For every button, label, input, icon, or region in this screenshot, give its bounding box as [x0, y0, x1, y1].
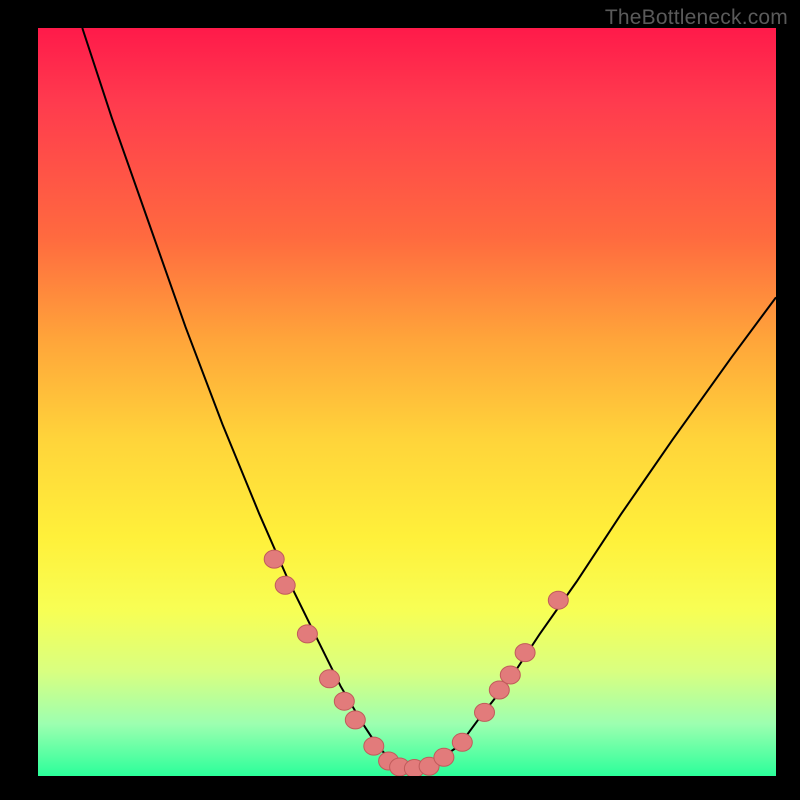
data-marker	[475, 703, 495, 721]
data-marker	[364, 737, 384, 755]
data-marker	[515, 644, 535, 662]
data-marker	[500, 666, 520, 684]
data-marker	[320, 670, 340, 688]
watermark-text: TheBottleneck.com	[605, 6, 788, 30]
data-marker	[334, 692, 354, 710]
bottleneck-curve	[82, 28, 776, 769]
data-marker	[297, 625, 317, 643]
data-marker	[434, 748, 454, 766]
chart-frame: TheBottleneck.com	[0, 0, 800, 800]
chart-svg	[38, 28, 776, 776]
data-marker	[264, 550, 284, 568]
plot-outer	[38, 28, 776, 776]
data-markers	[264, 550, 568, 776]
data-marker	[548, 591, 568, 609]
data-marker	[345, 711, 365, 729]
data-marker	[452, 733, 472, 751]
data-marker	[275, 576, 295, 594]
